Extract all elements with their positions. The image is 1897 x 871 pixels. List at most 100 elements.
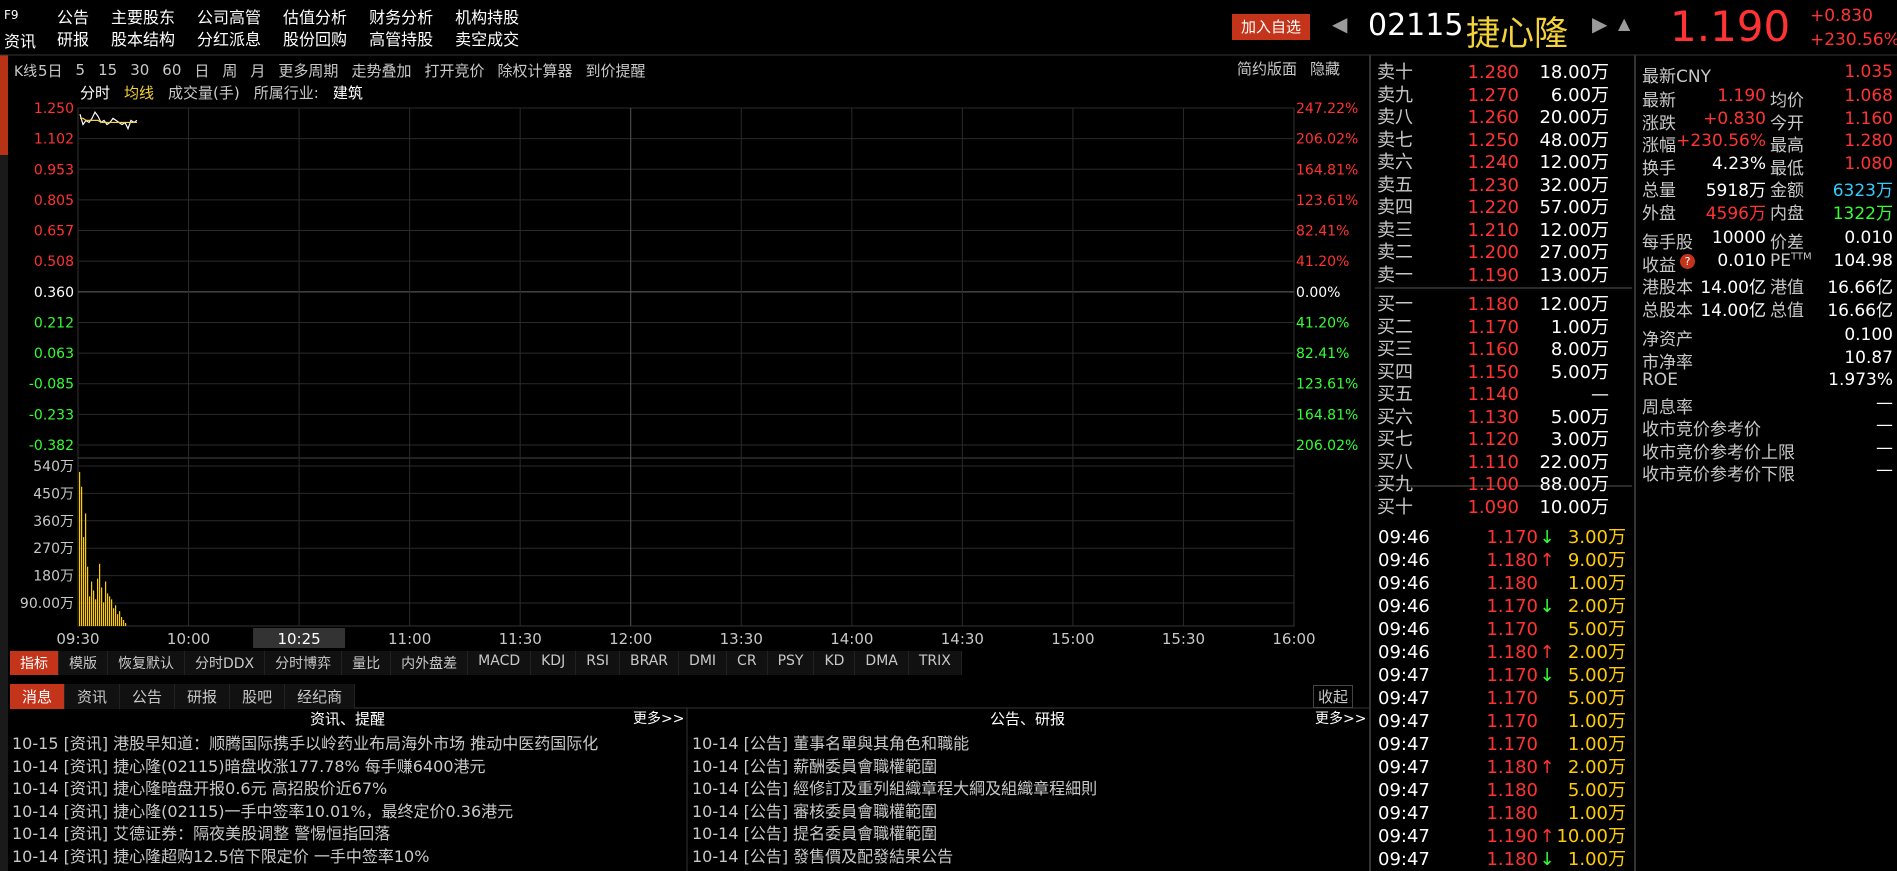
message-tab-0[interactable]: 消息 <box>10 684 66 709</box>
info-value: 1.280 <box>1844 131 1893 151</box>
indicator-tab-4[interactable]: 分时博弈 <box>265 651 343 675</box>
news-right-item[interactable]: 10-14 [公告] 審核委員會職權範圍 <box>692 798 937 822</box>
y-right-tick: 82.41% <box>1296 346 1349 362</box>
y-left-tick: 0.805 <box>34 193 74 209</box>
indicator-tab-13[interactable]: PSY <box>767 651 815 675</box>
news-right-item[interactable]: 10-14 [公告] 發售價及配發結果公告 <box>692 843 953 867</box>
y-volume-tick: 180万 <box>33 569 74 585</box>
tick-price: 1.180 <box>1486 642 1538 663</box>
news-left-item[interactable]: 10-14 [资讯] 捷心隆(02115)暗盘收涨177.78% 每手赚6400… <box>12 753 486 777</box>
tick-volume: 1.00万 <box>1567 849 1626 870</box>
news-right-item[interactable]: 10-14 [公告] 經修訂及重列組織章程大綱及組織章程細則 <box>692 775 1097 799</box>
tick-time: 09:46 <box>1378 642 1430 663</box>
news-left-item[interactable]: 10-14 [资讯] 捷心隆(02115)一手中签率10.01%，最终定价0.3… <box>12 798 513 822</box>
indicator-tab-8[interactable]: KDJ <box>531 651 577 675</box>
indicator-tab-7[interactable]: MACD <box>468 651 532 675</box>
collapse-button[interactable]: 收起 <box>1313 685 1354 708</box>
arrow-up-icon: ↑ <box>1539 642 1555 663</box>
x-tick: 14:00 <box>830 630 873 648</box>
news-left-item[interactable]: 10-14 [资讯] 捷心隆超购12.5倍下限定价 一手中签率10% <box>12 843 429 867</box>
indicator-tab-9[interactable]: RSI <box>576 651 620 675</box>
buy-label: 买十 <box>1377 496 1413 518</box>
volume-bar <box>97 578 99 626</box>
y-right-tick: 206.02% <box>1296 132 1358 148</box>
volume-bar <box>91 581 93 626</box>
info-value: 16.66亿 <box>1827 300 1893 321</box>
info-label: 最低 <box>1770 158 1804 179</box>
x-tick: 15:00 <box>1051 630 1094 648</box>
indicator-tab-5[interactable]: 量比 <box>342 651 392 675</box>
help-icon[interactable]: ? <box>1680 253 1695 269</box>
arrow-down-icon: ↓ <box>1539 849 1555 870</box>
info-label: 涨跌 <box>1642 113 1676 134</box>
info-value: 1.973% <box>1828 370 1893 390</box>
info-label: 收市竞价参考价 <box>1642 420 1761 440</box>
sell-row[interactable]: 卖一 1.190 13.00万 <box>1377 261 1609 287</box>
tick-price: 1.170 <box>1486 619 1538 640</box>
info-value: 5918万 <box>1705 181 1766 201</box>
tick-price: 1.180 <box>1486 573 1538 594</box>
info-value: 16.66亿 <box>1827 278 1893 298</box>
indicator-tab-12[interactable]: CR <box>727 651 768 675</box>
indicator-tab-15[interactable]: DMA <box>855 651 909 675</box>
y-left-tick: -0.233 <box>29 407 74 423</box>
info-label: 均价 <box>1770 91 1804 111</box>
y-volume-tick: 270万 <box>33 541 74 557</box>
volume-bar <box>79 471 81 626</box>
info-label: 市净率 <box>1642 352 1693 373</box>
volume-bar <box>121 617 123 626</box>
message-tab-1[interactable]: 资讯 <box>65 684 121 709</box>
arrow-up-icon: ↑ <box>1539 757 1555 778</box>
news-right-item[interactable]: 10-14 [公告] 薪酬委員會職權範圍 <box>692 753 937 777</box>
x-tick: 09:30 <box>56 630 99 648</box>
indicator-tab-2[interactable]: 恢复默认 <box>108 651 185 675</box>
message-tab-4[interactable]: 股吧 <box>230 684 286 709</box>
indicator-tab-1[interactable]: 模版 <box>59 651 108 675</box>
tick-time: 09:47 <box>1378 780 1430 801</box>
tick-price: 1.170 <box>1486 596 1538 617</box>
indicator-tab-14[interactable]: KD <box>814 651 856 675</box>
tick-price: 1.170 <box>1486 711 1538 732</box>
y-volume-tick: 90.00万 <box>20 596 74 612</box>
info-value: 4596万 <box>1705 203 1766 224</box>
indicator-tab-11[interactable]: DMI <box>679 651 728 675</box>
tick-price: 1.170 <box>1486 527 1538 548</box>
volume-bar <box>99 563 101 626</box>
volume-bar <box>93 590 95 626</box>
y-left-tick: 0.657 <box>34 224 74 240</box>
y-right-tick: 41.20% <box>1296 254 1349 270</box>
y-volume-tick: 360万 <box>33 514 74 530</box>
buy-row[interactable]: 买十 1.090 10.00万 <box>1377 493 1609 519</box>
tick-row: 09:47 1.180↓ 1.00万 <box>1378 845 1626 871</box>
sell-volume: 13.00万 <box>1539 264 1609 286</box>
news-left-item[interactable]: 10-15 [资讯] 港股早知道：顺腾国际携手以岭药业布局海外市场 推动中医药国… <box>12 730 598 754</box>
indicator-tab-0[interactable]: 指标 <box>10 651 59 675</box>
info-value: 1.190 <box>1717 86 1766 106</box>
news-left-item[interactable]: 10-14 [资讯] 艾德证券：隔夜美股调整 警惕恒指回落 <box>12 820 390 844</box>
news-right-item[interactable]: 10-14 [公告] 董事名單與其角色和職能 <box>692 730 969 754</box>
info-value: 1.080 <box>1844 153 1893 174</box>
sell-price: 1.190 <box>1467 264 1519 286</box>
x-tick: 10:25 <box>277 630 320 648</box>
indicator-tab-10[interactable]: BRAR <box>619 651 680 675</box>
pe-ttm-sup: TTM <box>1791 250 1812 262</box>
y-right-tick: 82.41% <box>1296 224 1349 240</box>
news-right-more[interactable]: 更多>> <box>1315 708 1366 728</box>
x-tick: 11:00 <box>388 630 431 648</box>
x-tick: 13:30 <box>720 630 763 648</box>
tick-price: 1.170 <box>1486 665 1538 686</box>
info-value: 10000 <box>1711 228 1766 248</box>
message-tab-2[interactable]: 公告 <box>120 684 176 709</box>
news-left-more[interactable]: 更多>> <box>633 708 684 728</box>
news-left-item[interactable]: 10-14 [资讯] 捷心隆暗盘开报0.6元 高招股价近67% <box>12 775 387 799</box>
indicator-tab-16[interactable]: TRIX <box>908 651 962 675</box>
info-label: 最新 <box>1642 91 1676 111</box>
message-tab-5[interactable]: 经纪商 <box>285 684 356 709</box>
indicator-tab-3[interactable]: 分时DDX <box>185 651 266 675</box>
news-right-item[interactable]: 10-14 [公告] 提名委員會職權範圍 <box>692 820 937 844</box>
info-label: 收益 <box>1642 255 1676 276</box>
info-value: 1322万 <box>1832 203 1893 224</box>
indicator-tab-6[interactable]: 内外盘差 <box>391 651 469 675</box>
message-tab-3[interactable]: 研报 <box>175 684 231 709</box>
tick-price: 1.190 <box>1486 826 1538 847</box>
